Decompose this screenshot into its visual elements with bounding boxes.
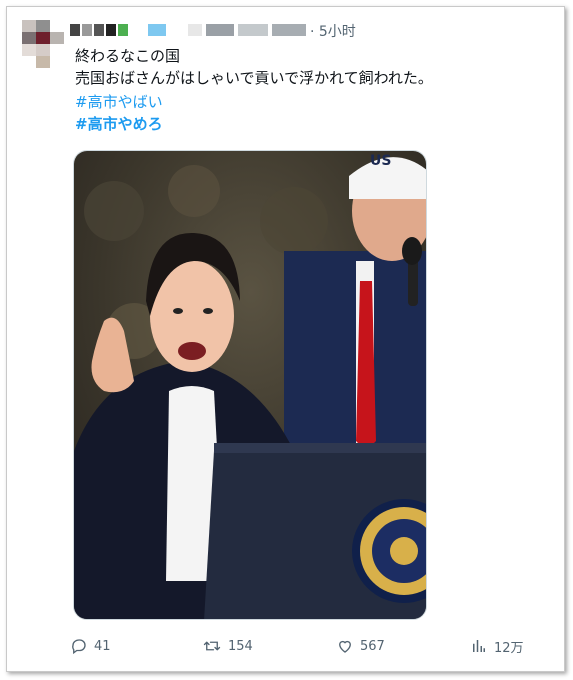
retweet-count: 154 — [228, 638, 253, 654]
views-bar-chart-icon — [473, 640, 485, 652]
blurred-handle[interactable] — [148, 24, 308, 36]
tweet-text-line-2: 売国おばさんがはしゃいで貢いで浮かれて飼われた。 — [75, 69, 433, 87]
svg-text:US: US — [370, 153, 391, 169]
tweet-header: · 5小时 — [70, 22, 530, 42]
views-button[interactable]: 12万 — [470, 635, 524, 657]
like-button[interactable]: 567 — [336, 635, 385, 657]
views-count: 12万 — [494, 640, 524, 656]
avatar[interactable] — [22, 20, 64, 68]
tweet-actions: 41 154 567 12万 — [70, 635, 540, 657]
hashtag-link[interactable]: #高市やばい — [75, 92, 163, 112]
heart-icon — [339, 640, 351, 653]
reply-icon — [72, 639, 86, 655]
retweet-button[interactable]: 154 — [202, 635, 253, 657]
reply-count: 41 — [94, 638, 111, 654]
tweet-timestamp[interactable]: · 5小时 — [310, 22, 356, 42]
tweet-text-line-1: 終わるなこの国 — [75, 47, 181, 65]
blurred-username[interactable] — [70, 24, 140, 36]
like-count: 567 — [360, 638, 385, 654]
retweet-icon — [203, 641, 221, 651]
hashtag-link-bold[interactable]: #高市やめろ — [75, 114, 163, 134]
reply-button[interactable]: 41 — [70, 635, 111, 657]
tweet-photo[interactable]: US — [73, 150, 427, 620]
